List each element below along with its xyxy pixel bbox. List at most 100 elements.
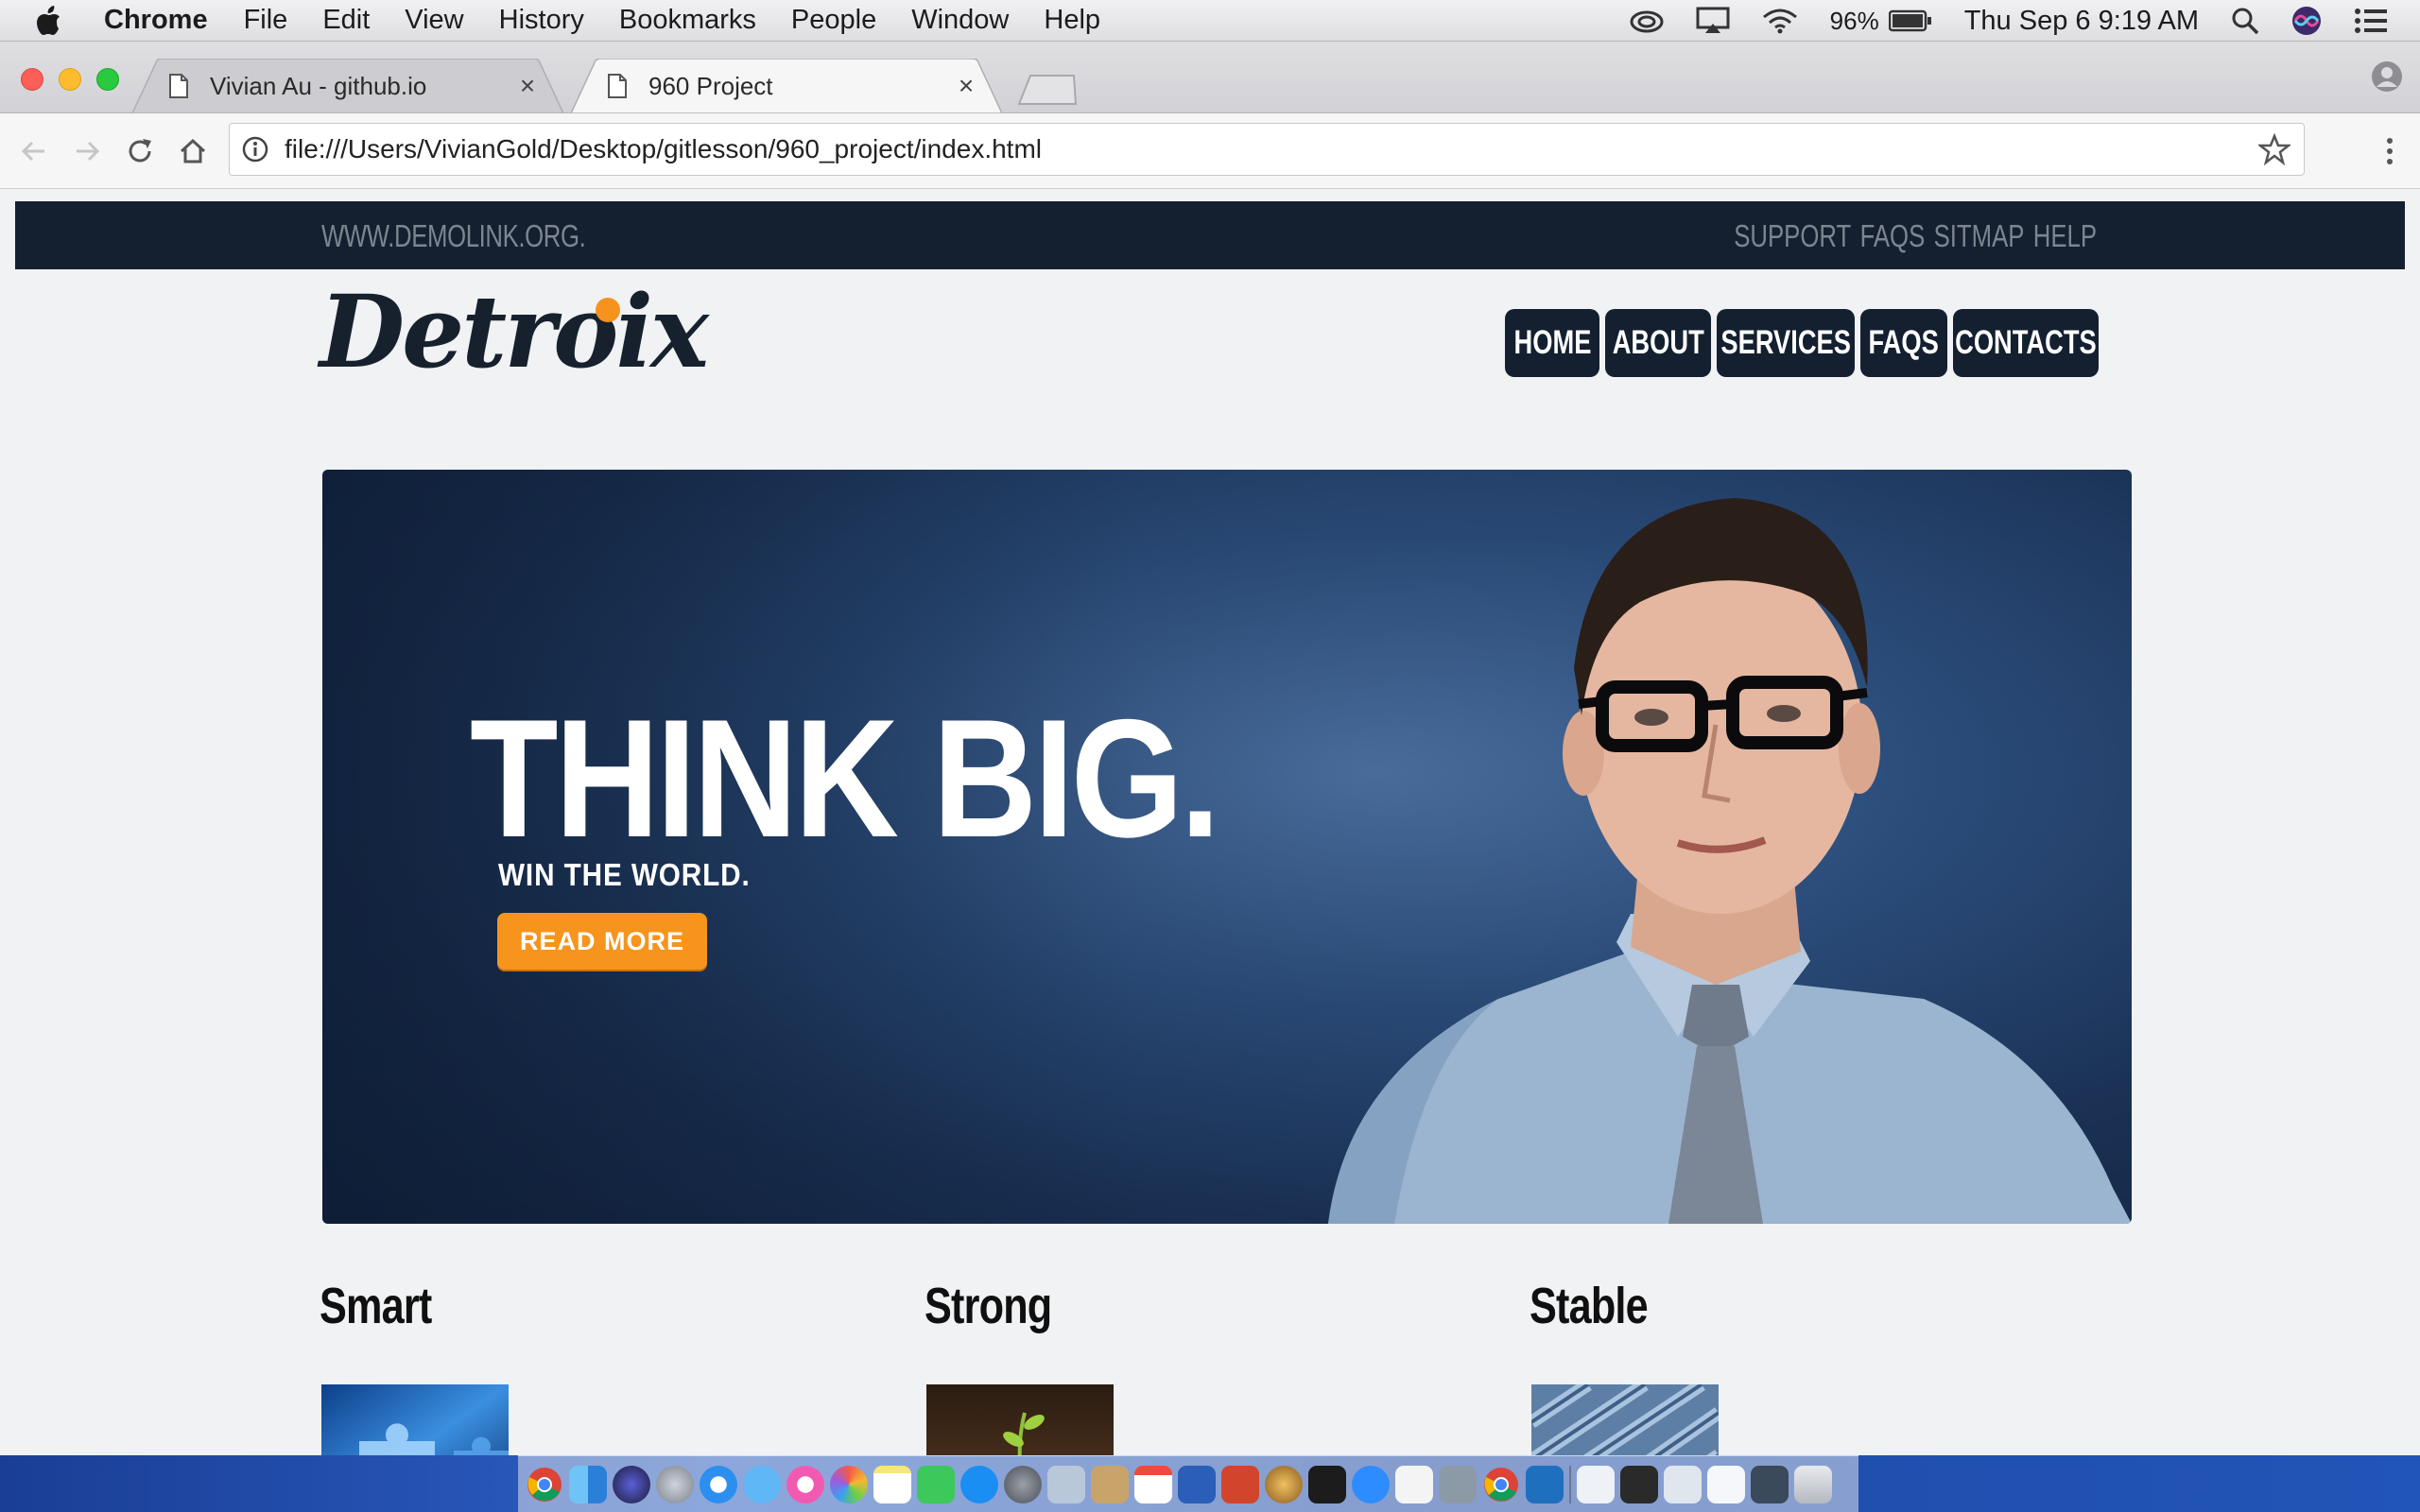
dock-separator (1569, 1465, 1571, 1503)
new-tab-button[interactable] (1017, 74, 1078, 106)
preview-icon[interactable] (1047, 1465, 1085, 1503)
launchpad-icon[interactable] (656, 1465, 694, 1503)
screenshot-stack-icon-2[interactable] (1664, 1465, 1702, 1503)
window-close-button[interactable] (21, 68, 43, 91)
terminal-icon[interactable] (1308, 1465, 1346, 1503)
nav-services[interactable]: SERVICES (1717, 309, 1855, 377)
nav-home[interactable]: HOME (1505, 309, 1599, 377)
system-preferences-icon[interactable] (1004, 1465, 1042, 1503)
tab-strip: Vivian Au - github.io × 960 Project × (0, 42, 2420, 113)
hero-man-image (1328, 498, 2132, 1224)
bookmark-star-icon[interactable] (2258, 133, 2290, 165)
creative-cloud-icon[interactable] (1630, 9, 1664, 33)
document-icon (608, 74, 627, 98)
forward-button[interactable] (68, 132, 106, 170)
top-link-faqs[interactable]: FAQS (1860, 218, 1926, 254)
safari-icon[interactable] (700, 1465, 737, 1503)
address-bar[interactable]: file:///Users/VivianGold/Desktop/gitless… (229, 123, 2305, 176)
apple-menu-icon[interactable] (36, 5, 85, 36)
spotlight-search-icon[interactable] (2231, 7, 2259, 35)
tab-close-icon[interactable]: × (516, 71, 539, 101)
finder-icon[interactable] (569, 1465, 607, 1503)
app-store-icon[interactable] (960, 1465, 998, 1503)
airplay-icon[interactable] (1696, 7, 1730, 35)
calendar-icon[interactable] (1134, 1465, 1172, 1503)
tab-title: 960 Project (648, 71, 773, 100)
vscode-icon[interactable] (1526, 1465, 1564, 1503)
menu-people[interactable]: People (791, 5, 876, 36)
logo-orange-dot (596, 298, 620, 322)
itunes-icon[interactable] (786, 1465, 824, 1503)
nav-about-label: ABOUT (1612, 324, 1704, 361)
nav-faqs-label: FAQS (1868, 324, 1940, 361)
facetime-icon[interactable] (917, 1465, 955, 1503)
nav-contacts[interactable]: CONTACTS (1953, 309, 2099, 377)
reload-button[interactable] (121, 132, 159, 170)
siri-app-icon[interactable] (613, 1465, 650, 1503)
nav-services-label: SERVICES (1720, 324, 1851, 361)
tab-vivian-au[interactable]: Vivian Au - github.io × (132, 59, 563, 113)
word-icon[interactable] (1178, 1465, 1216, 1503)
photos-icon[interactable] (830, 1465, 868, 1503)
site-info-icon[interactable] (241, 135, 269, 163)
window-zoom-button[interactable] (96, 68, 119, 91)
chrome-window: Vivian Au - github.io × 960 Project × fi… (0, 42, 2420, 1455)
logo-text: Detroix (320, 272, 709, 390)
hero-banner: THINK BIG. WIN THE WORLD. READ MORE (322, 470, 2132, 1224)
menu-file[interactable]: File (244, 5, 288, 36)
demolink-text[interactable]: WWW.DEMOLINK.ORG. (321, 218, 586, 254)
profile-icon[interactable] (2371, 60, 2403, 93)
trash-icon[interactable] (1794, 1465, 1832, 1503)
menubar-clock[interactable]: Thu Sep 6 9:19 AM (1964, 6, 2199, 37)
nav-faqs[interactable]: FAQS (1860, 309, 1947, 377)
plant-thumbnail[interactable] (926, 1384, 1114, 1455)
site-logo[interactable]: Detroix (320, 279, 709, 385)
home-button[interactable] (174, 132, 212, 170)
image-capture-icon[interactable] (1439, 1465, 1477, 1503)
chrome-app-icon[interactable] (526, 1466, 563, 1503)
menu-help[interactable]: Help (1044, 5, 1100, 36)
url-text[interactable]: file:///Users/VivianGold/Desktop/gitless… (285, 134, 2258, 164)
puzzle-thumbnail[interactable] (321, 1384, 509, 1455)
screenshot-stack-icon[interactable] (1620, 1465, 1658, 1503)
menu-bookmarks[interactable]: Bookmarks (619, 5, 756, 36)
document-stack-icon[interactable] (1707, 1465, 1745, 1503)
chrome-menu-button[interactable] (2371, 132, 2409, 170)
maze-thumbnail[interactable] (1531, 1384, 1719, 1455)
window-minimize-button[interactable] (59, 68, 81, 91)
site-top-bar: WWW.DEMOLINK.ORG. SUPPORT FAQS SITMAP HE… (15, 201, 2405, 269)
wifi-icon[interactable] (1762, 8, 1798, 34)
downloads-stack-icon[interactable] (1577, 1465, 1615, 1503)
feature-title: Strong (925, 1278, 1052, 1334)
macos-menubar: Chrome File Edit View History Bookmarks … (0, 0, 2420, 42)
zoom-icon[interactable] (1352, 1465, 1390, 1503)
feature-title: Smart (320, 1278, 432, 1334)
powerpoint-icon[interactable] (1221, 1465, 1259, 1503)
screenshot-stack-icon-3[interactable] (1751, 1465, 1789, 1503)
menubar-app-name[interactable]: Chrome (104, 5, 208, 36)
back-button[interactable] (15, 132, 53, 170)
top-link-support[interactable]: SUPPORT (1734, 218, 1851, 254)
feature-strong: Strong (925, 1277, 1454, 1455)
messages-icon[interactable] (743, 1465, 781, 1503)
battery-icon[interactable] (1888, 9, 1932, 32)
menu-history[interactable]: History (499, 5, 584, 36)
read-more-button[interactable]: READ MORE (497, 913, 707, 970)
nav-about[interactable]: ABOUT (1605, 309, 1711, 377)
notification-center-icon[interactable] (2354, 8, 2388, 34)
tab-960-project[interactable]: 960 Project × (571, 59, 1002, 113)
menu-view[interactable]: View (405, 5, 463, 36)
menu-window[interactable]: Window (911, 5, 1009, 36)
notes-icon[interactable] (873, 1465, 911, 1503)
top-link-help[interactable]: HELP (2033, 218, 2097, 254)
chrome-app-icon-2[interactable] (1482, 1466, 1520, 1503)
top-link-sitemap[interactable]: SITMAP (1934, 218, 2025, 254)
menu-edit[interactable]: Edit (322, 5, 370, 36)
books-icon[interactable] (1091, 1465, 1129, 1503)
siri-icon[interactable] (2291, 6, 2322, 36)
main-navigation: HOME ABOUT SERVICES FAQS CONTACTS (1499, 309, 2099, 377)
hero-subtitle: WIN THE WORLD. (498, 857, 751, 892)
document-file-icon[interactable] (1395, 1465, 1433, 1503)
tab-close-icon[interactable]: × (955, 71, 977, 101)
hearthstone-icon[interactable] (1265, 1465, 1303, 1503)
